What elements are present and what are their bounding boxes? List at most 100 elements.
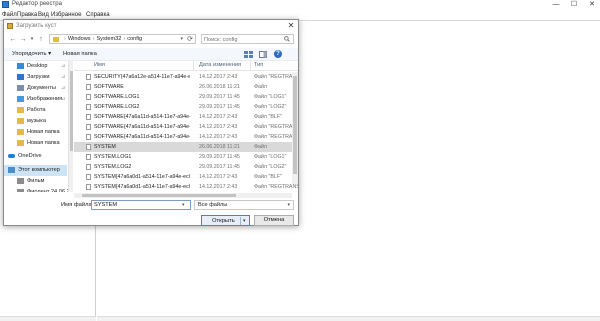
file-name: SOFTWARE.LOG1 — [94, 94, 140, 100]
drive-icon — [17, 178, 24, 184]
menu-favorites[interactable]: Избранное — [51, 12, 81, 18]
file-row[interactable]: SYSTEM.LOG2 29.09.2017 11:45 Файл "LOG2" — [74, 162, 298, 172]
sidebar-item[interactable]: Новая папка — [4, 138, 67, 149]
file-row[interactable]: SOFTWARE{47a6a11d-a514-11e7-a94e-ec0... 1… — [74, 122, 298, 132]
menu-help[interactable]: Справка — [86, 12, 110, 18]
filetype-dropdown-icon[interactable]: ▾ — [287, 202, 290, 208]
open-button[interactable]: Открыть ▾ — [201, 215, 250, 226]
breadcrumb-config[interactable]: config — [127, 36, 142, 42]
file-icon — [86, 144, 91, 150]
file-date: 29.09.2017 11:45 — [199, 94, 240, 100]
sidebar-item[interactable]: Фильм — [4, 176, 67, 187]
search-input[interactable] — [204, 36, 282, 43]
sidebar-item[interactable]: OneDrive — [4, 151, 67, 162]
file-row[interactable]: SOFTWARE{47a6a11d-a514-11e7-a94e-ec0... 1… — [74, 132, 298, 142]
search-icon — [284, 36, 290, 42]
recent-locations-chevron-icon[interactable]: ▾ — [28, 35, 36, 44]
file-list-hscroll-thumb[interactable] — [82, 194, 236, 197]
dialog-toolbar: Упорядочить ▾ Новая папка ? — [4, 48, 298, 61]
navigation-scroll-thumb[interactable] — [70, 71, 73, 151]
file-name: SOFTWARE{47a6a11d-a514-11e7-a94e-ec0... — [94, 124, 190, 130]
sidebar-item[interactable]: Этот компьютер — [4, 165, 67, 176]
sidebar-item[interactable]: Документы ⊿ — [4, 83, 67, 94]
maximize-button[interactable]: ☐ — [566, 0, 582, 9]
organize-button[interactable]: Упорядочить ▾ — [12, 51, 51, 57]
file-row[interactable]: SECURITY{47a6a12e-a514-11e7-a94e-ec0... 1… — [74, 72, 298, 82]
file-row[interactable]: SYSTEM 26.06.2018 11:21 Файл — [74, 142, 298, 152]
open-options-dropdown-icon[interactable]: ▾ — [243, 218, 246, 224]
file-list-scroll-thumb[interactable] — [293, 76, 297, 174]
file-name: SYSTEM.LOG1 — [94, 154, 132, 160]
file-date: 14.12.2017 2:43 — [199, 114, 238, 120]
column-date-header[interactable]: Дата изменения — [199, 62, 241, 68]
minimize-button[interactable]: — — [548, 0, 564, 9]
address-bar[interactable]: › Windows › System32 › config ▾ ⟳ — [49, 34, 196, 44]
column-name-header[interactable]: Имя — [94, 62, 105, 68]
file-icon — [86, 164, 91, 170]
file-list-horizontal-scrollbar[interactable] — [74, 193, 292, 198]
help-icon[interactable]: ? — [274, 50, 282, 58]
sidebar-item[interactable]: музыка — [4, 116, 67, 127]
tree-horizontal-scrollbar[interactable] — [0, 316, 96, 321]
file-name: SOFTWARE{47a6a11d-a514-11e7-a94e-ec0... — [94, 114, 190, 120]
file-icon — [86, 104, 91, 110]
sidebar-item[interactable]: Изображения ⊿ — [4, 94, 67, 105]
view-options-icon[interactable] — [244, 51, 253, 58]
sidebar-item[interactable]: Новая папка — [4, 127, 67, 138]
menu-edit[interactable]: Правка — [17, 12, 37, 18]
cancel-button[interactable]: Отмена — [254, 215, 294, 226]
sidebar-item[interactable]: Фиолент 24.06.2 — [4, 187, 69, 192]
column-divider[interactable] — [250, 61, 251, 70]
load-hive-dialog: Загрузить куст ✕ ← → ▾ ↑ › Windows › System… — [3, 19, 299, 226]
folder-icon — [17, 107, 24, 113]
folder-icon — [17, 129, 24, 135]
breadcrumb-system32[interactable]: System32 — [96, 36, 121, 42]
back-arrow-icon[interactable]: ← — [9, 35, 17, 44]
file-row[interactable]: SOFTWARE 26.06.2018 11:21 Файл — [74, 82, 298, 92]
file-date: 29.09.2017 11:45 — [199, 104, 240, 110]
folder-icon — [17, 118, 24, 124]
downloads-icon — [17, 74, 24, 80]
file-row[interactable]: SOFTWARE.LOG2 29.09.2017 11:45 Файл "LOG2" — [74, 102, 298, 112]
forward-arrow-icon[interactable]: → — [19, 35, 27, 44]
dialog-titlebar: Загрузить куст ✕ — [4, 20, 298, 32]
navigation-pane-scrollbar[interactable] — [68, 61, 73, 192]
breadcrumb-windows[interactable]: Windows — [68, 36, 91, 42]
file-list-vertical-scrollbar[interactable] — [292, 72, 298, 184]
sidebar-item[interactable]: Desktop ⊿ — [4, 61, 67, 72]
sidebar-item-label: Загрузки — [27, 74, 50, 80]
search-box[interactable] — [201, 34, 294, 44]
close-button[interactable]: ✕ — [584, 0, 600, 9]
filename-field[interactable] — [91, 200, 191, 210]
dialog-close-button[interactable]: ✕ — [286, 21, 296, 31]
file-row[interactable]: SOFTWARE{47a6a11d-a514-11e7-a94e-ec0... 1… — [74, 112, 298, 122]
address-dropdown-icon[interactable]: ▾ — [180, 36, 183, 42]
file-name: SECURITY{47a6a12e-a514-11e7-a94e-ec0... — [94, 74, 190, 80]
sidebar-item[interactable]: Загрузки ⊿ — [4, 72, 67, 83]
refresh-icon[interactable]: ⟳ — [187, 35, 193, 43]
file-date: 14.12.2017 2:43 — [199, 124, 238, 130]
column-divider[interactable] — [193, 61, 194, 70]
values-horizontal-scrollbar[interactable] — [97, 316, 600, 321]
folder-icon — [53, 37, 59, 42]
up-arrow-icon[interactable]: ↑ — [37, 35, 45, 44]
pictures-icon — [17, 96, 24, 102]
file-row[interactable]: SYSTEM{47a6a0d1-a514-11e7-a94e-ec0d... 14… — [74, 172, 298, 182]
file-date: 26.06.2018 11:21 — [199, 84, 240, 90]
file-row[interactable]: SYSTEM.LOG1 29.09.2017 11:45 Файл "LOG1" — [74, 152, 298, 162]
menu-file[interactable]: Файл — [2, 12, 17, 18]
filetype-select[interactable]: Все файлы ▾ — [194, 200, 294, 210]
sidebar-item-label: Работа — [27, 107, 46, 113]
file-row[interactable]: SOFTWARE.LOG1 29.09.2017 11:45 Файл "LOG1" — [74, 92, 298, 102]
new-folder-button[interactable]: Новая папка — [63, 51, 97, 57]
column-type-header[interactable]: Тип — [254, 62, 263, 68]
file-date: 14.12.2017 2:43 — [199, 174, 238, 180]
filename-dropdown-icon[interactable]: ▾ — [182, 202, 185, 208]
file-row[interactable]: SYSTEM{47a6a0d1-a514-11e7-a94e-ec0d... 14… — [74, 182, 298, 192]
preview-pane-icon[interactable] — [259, 51, 267, 58]
file-name: SYSTEM{47a6a0d1-a514-11e7-a94e-ec0d... — [94, 174, 190, 180]
menu-view[interactable]: Вид — [38, 12, 49, 18]
sidebar-item[interactable]: Работа — [4, 105, 67, 116]
sidebar-item-label: Desktop — [27, 63, 48, 69]
pin-icon: ⊿ — [61, 85, 66, 91]
